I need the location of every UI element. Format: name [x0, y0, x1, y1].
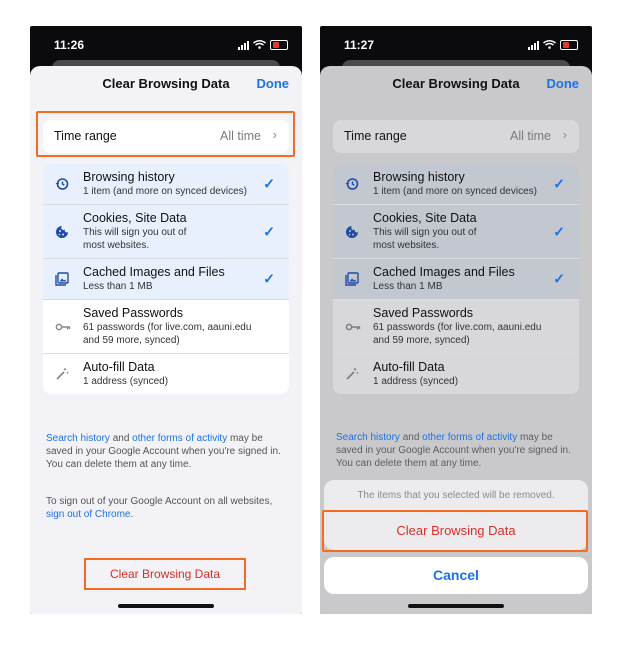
item-title: Saved Passwords: [373, 306, 474, 320]
action-sheet-message: The items that you selected will be remo…: [357, 490, 555, 501]
list-item-autofill[interactable]: Auto-fill Data 1 address (synced): [43, 354, 289, 394]
other-activity-link[interactable]: other forms of activity: [132, 433, 227, 444]
item-subtitle: 1 item (and more on synced devices): [373, 186, 537, 197]
note-text: and: [109, 433, 133, 444]
cookie-icon: [345, 225, 359, 239]
time-range-highlight: [36, 111, 295, 157]
cellular-signal-icon: [528, 40, 539, 50]
cellular-signal-icon: [238, 40, 249, 50]
item-title: Auto-fill Data: [83, 360, 155, 374]
history-icon: [345, 177, 359, 191]
image-icon: [55, 272, 69, 286]
item-subtitle: 1 address (synced): [83, 376, 169, 387]
item-subtitle-2: most websites.: [373, 240, 440, 251]
activity-note: Search history and other forms of activi…: [336, 431, 578, 470]
magic-wand-icon: [345, 367, 359, 381]
other-activity-link[interactable]: other forms of activity: [422, 432, 517, 443]
clear-data-sheet: Clear Browsing Data Done Time range All …: [320, 66, 592, 614]
phone-screen-right: 11:27 Clear Browsing Data Done Time rang…: [320, 26, 592, 614]
magic-wand-icon: [55, 367, 69, 381]
data-types-list: Browsing history 1 item (and more on syn…: [43, 164, 289, 394]
note-text: .: [130, 509, 134, 520]
checkmark-icon: ✓: [263, 223, 275, 239]
sign-out-note: To sign out of your Google Account on al…: [46, 495, 288, 521]
item-subtitle-2: and 59 more, synced): [83, 335, 180, 346]
confirm-highlight: [322, 510, 588, 552]
list-item-cookies[interactable]: Cookies, Site Data This will sign you ou…: [43, 205, 289, 259]
status-bar: 11:27: [320, 26, 592, 60]
item-subtitle-2: most websites.: [83, 240, 150, 251]
time-range-value: All time: [510, 129, 551, 143]
checkmark-icon: ✓: [553, 270, 565, 287]
list-item-saved-passwords[interactable]: Saved Passwords 61 passwords (for live.c…: [333, 300, 579, 354]
battery-icon: [560, 40, 578, 50]
home-indicator: [118, 604, 214, 608]
nav-bar: Clear Browsing Data Done: [320, 66, 592, 102]
item-subtitle-2: and 59 more, synced): [373, 335, 470, 346]
item-title: Browsing history: [373, 170, 465, 184]
list-item-saved-passwords[interactable]: Saved Passwords 61 passwords (for live.c…: [43, 300, 289, 354]
item-title: Auto-fill Data: [373, 360, 445, 374]
phone-screen-left: 11:26 Clear Browsing Data Done Time rang…: [30, 26, 302, 614]
image-icon: [345, 272, 359, 286]
history-icon: [55, 177, 69, 191]
list-item-browsing-history[interactable]: Browsing history 1 item (and more on syn…: [333, 164, 579, 205]
cancel-button[interactable]: Cancel: [324, 557, 588, 594]
search-history-link[interactable]: Search history: [336, 432, 400, 443]
item-title: Cached Images and Files: [373, 265, 515, 279]
item-title: Cookies, Site Data: [83, 211, 187, 225]
item-subtitle: 1 address (synced): [373, 376, 459, 387]
item-subtitle: This will sign you out of: [83, 227, 187, 238]
chevron-right-icon: ›: [562, 127, 567, 142]
list-item-cached-images[interactable]: Cached Images and Files Less than 1 MB ✓: [333, 259, 579, 300]
time-range-label: Time range: [344, 129, 407, 143]
cookie-icon: [55, 225, 69, 239]
item-title: Browsing history: [83, 170, 175, 184]
note-text: and: [399, 432, 423, 443]
checkmark-icon: ✓: [263, 270, 275, 287]
done-button[interactable]: Done: [257, 76, 290, 91]
item-subtitle: 1 item (and more on synced devices): [83, 186, 247, 197]
time-range-row[interactable]: Time range All time ›: [333, 120, 579, 153]
item-subtitle: Less than 1 MB: [83, 281, 153, 292]
checkmark-icon: ✓: [553, 175, 565, 192]
checkmark-icon: ✓: [553, 223, 565, 239]
key-icon: [345, 320, 361, 334]
item-subtitle: 61 passwords (for live.com, aauni.edu: [83, 322, 252, 333]
wifi-icon: [543, 38, 556, 52]
list-item-cookies[interactable]: Cookies, Site Data This will sign you ou…: [333, 205, 579, 259]
status-time: 11:26: [54, 38, 85, 52]
clear-data-sheet: Clear Browsing Data Done Time range All …: [30, 66, 302, 614]
data-types-list: Browsing history 1 item (and more on syn…: [333, 164, 579, 394]
sign-out-link[interactable]: sign out of Chrome: [46, 509, 131, 520]
wifi-icon: [253, 38, 266, 52]
item-subtitle: 61 passwords (for live.com, aauni.edu: [373, 322, 542, 333]
home-indicator: [408, 604, 504, 608]
activity-note: Search history and other forms of activi…: [46, 432, 288, 471]
status-bar: 11:26: [30, 26, 302, 60]
item-title: Cached Images and Files: [83, 265, 225, 279]
checkmark-icon: ✓: [263, 175, 275, 192]
nav-bar: Clear Browsing Data Done: [30, 66, 302, 102]
status-time: 11:27: [344, 38, 375, 52]
item-subtitle: Less than 1 MB: [373, 281, 443, 292]
item-title: Cookies, Site Data: [373, 211, 477, 225]
item-subtitle: This will sign you out of: [373, 227, 477, 238]
list-item-autofill[interactable]: Auto-fill Data 1 address (synced): [333, 354, 579, 394]
key-icon: [55, 320, 71, 334]
battery-icon: [270, 40, 288, 50]
list-item-browsing-history[interactable]: Browsing history 1 item (and more on syn…: [43, 164, 289, 205]
list-item-cached-images[interactable]: Cached Images and Files Less than 1 MB ✓: [43, 259, 289, 300]
item-title: Saved Passwords: [83, 306, 184, 320]
done-button[interactable]: Done: [547, 76, 580, 91]
search-history-link[interactable]: Search history: [46, 433, 110, 444]
note-text: To sign out of your Google Account on al…: [46, 496, 273, 507]
clear-browsing-data-button[interactable]: Clear Browsing Data: [84, 558, 246, 590]
